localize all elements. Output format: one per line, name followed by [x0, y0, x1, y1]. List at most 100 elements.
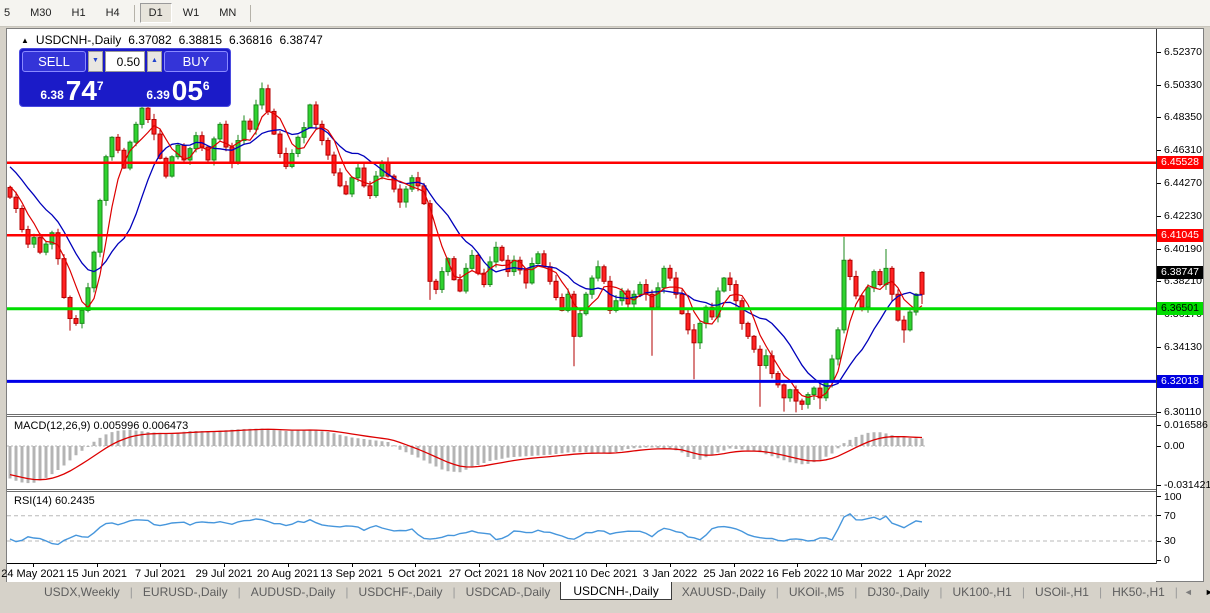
date-axis-tick: [224, 564, 225, 567]
price-axis-label: 6.34130: [1164, 341, 1202, 353]
macd-indicator-label: MACD(12,26,9) 0.005996 0.006473: [14, 420, 188, 432]
price-tag-6.45528: 6.45528: [1157, 156, 1203, 169]
price-axis-tick: [1157, 183, 1161, 184]
date-axis-tick: [160, 564, 161, 567]
date-axis-tick: [33, 564, 34, 567]
tab-usdx-weekly[interactable]: USDX,Weekly: [34, 584, 130, 600]
buy-price[interactable]: 6.39 05 6: [128, 73, 228, 106]
toolbar-separator: [134, 5, 135, 22]
collapse-trade-panel-icon[interactable]: ▲: [21, 36, 29, 45]
rsi-axis-tick: [1157, 515, 1161, 516]
tabs-scroll-left-icon[interactable]: ◄: [1178, 587, 1199, 597]
price-axis-label: 6.44270: [1164, 177, 1202, 189]
ohlc-close: 6.38747: [279, 33, 322, 47]
date-axis-tick: [606, 564, 607, 567]
one-click-trading-panel: SELL ▼ ▲ BUY 6.38 74 7 6.39 05 6: [19, 48, 231, 107]
date-axis-tick: [670, 564, 671, 567]
price-tag-6.41045: 6.41045: [1157, 229, 1203, 242]
rsi-axis-label: 100: [1164, 491, 1182, 503]
chart-title-row: ▲ USDCNH-,Daily 6.37082 6.38815 6.36816 …: [21, 33, 323, 47]
date-axis-tick: [543, 564, 544, 567]
rsi-axis-tick: [1157, 541, 1161, 542]
price-tag-6.32018: 6.32018: [1157, 375, 1203, 388]
macd-axis-label: 0.016586: [1164, 419, 1208, 431]
timeframe-button-D1[interactable]: D1: [140, 3, 172, 23]
bottom-strip: [0, 601, 1210, 613]
tab-usdcad-daily[interactable]: USDCAD-,Daily: [456, 584, 561, 600]
price-axis-tick: [1157, 85, 1161, 86]
tab-ukoil-m5[interactable]: UKOil-,M5: [779, 584, 854, 600]
ohlc-open: 6.37082: [128, 33, 171, 47]
ohlc-high: 6.38815: [179, 33, 222, 47]
tabs-scroll-right-icon[interactable]: ►: [1199, 587, 1210, 597]
price-axis[interactable]: 6.523706.503306.483506.463106.442706.422…: [1156, 29, 1203, 564]
buy-price-big: 05: [172, 77, 203, 105]
date-axis-label: 24 May 2021: [1, 568, 65, 580]
buy-price-small: 6.39: [146, 88, 169, 102]
price-axis-tick: [1157, 412, 1161, 413]
volume-decrease-button[interactable]: ▼: [88, 51, 103, 72]
price-tag-6.36501: 6.36501: [1157, 302, 1203, 315]
date-axis-tick: [479, 564, 480, 567]
timeframe-button-W1[interactable]: W1: [174, 3, 209, 23]
macd-axis-tick: [1157, 485, 1161, 486]
date-axis-label: 10 Dec 2021: [575, 568, 637, 580]
sell-price-small: 6.38: [40, 88, 63, 102]
date-axis[interactable]: 24 May 202115 Jun 20217 Jul 202129 Jul 2…: [7, 564, 1156, 582]
rsi-indicator-label: RSI(14) 60.2435: [14, 495, 95, 507]
tab-eurusd-daily[interactable]: EURUSD-,Daily: [133, 584, 238, 600]
tab-hk50-h1[interactable]: HK50-,H1: [1102, 584, 1175, 600]
tab-uk100-h1[interactable]: UK100-,H1: [942, 584, 1021, 600]
tab-audusd-daily[interactable]: AUDUSD-,Daily: [241, 584, 346, 600]
buy-button[interactable]: BUY: [164, 51, 228, 72]
chart-tabs-bar: USDX,Weekly|EURUSD-,Daily|AUDUSD-,Daily|…: [0, 582, 1210, 601]
price-axis-tick: [1157, 150, 1161, 151]
date-axis-tick: [97, 564, 98, 567]
rsi-axis-tick: [1157, 496, 1161, 497]
tab-xauusd-daily[interactable]: XAUUSD-,Daily: [672, 584, 776, 600]
panel-splitter[interactable]: [7, 489, 1156, 492]
date-axis-label: 1 Apr 2022: [898, 568, 951, 580]
price-axis-label: 6.52370: [1164, 46, 1202, 58]
date-axis-label: 16 Feb 2022: [767, 568, 829, 580]
date-axis-tick: [861, 564, 862, 567]
date-axis-label: 13 Sep 2021: [320, 568, 382, 580]
price-axis-label: 6.30110: [1164, 406, 1201, 418]
timeframe-button-H4[interactable]: H4: [97, 3, 129, 23]
timeframe-button-5[interactable]: 5: [0, 3, 19, 23]
date-axis-label: 25 Jan 2022: [703, 568, 764, 580]
timeframe-button-H1[interactable]: H1: [63, 3, 95, 23]
sell-price-big: 74: [66, 77, 97, 105]
volume-increase-button[interactable]: ▲: [147, 51, 162, 72]
tab-dj30-daily[interactable]: DJ30-,Daily: [857, 584, 939, 600]
sell-button[interactable]: SELL: [22, 51, 86, 72]
panel-splitter[interactable]: [7, 414, 1156, 417]
volume-input[interactable]: [105, 51, 145, 72]
date-axis-label: 29 Jul 2021: [196, 568, 253, 580]
ohlc-low: 6.36816: [229, 33, 272, 47]
rsi-axis-label: 70: [1164, 510, 1176, 522]
price-axis-label: 6.40190: [1164, 243, 1202, 255]
rsi-axis-tick: [1157, 560, 1161, 561]
price-axis-tick: [1157, 347, 1161, 348]
macd-axis-label: -0.031421: [1164, 479, 1210, 491]
price-axis-tick: [1157, 281, 1161, 282]
date-axis-label: 7 Jul 2021: [135, 568, 186, 580]
tab-usoil-h1[interactable]: USOil-,H1: [1025, 584, 1099, 600]
price-tag-6.38747: 6.38747: [1157, 266, 1203, 279]
timeframe-button-MN[interactable]: MN: [210, 3, 245, 23]
timeframe-toolbar: 5M30H1H4 D1W1MN: [0, 0, 1210, 27]
timeframe-button-M30[interactable]: M30: [21, 3, 60, 23]
sell-price[interactable]: 6.38 74 7: [22, 73, 122, 106]
price-axis-tick: [1157, 52, 1161, 53]
date-axis-label: 3 Jan 2022: [643, 568, 697, 580]
tab-usdchf-daily[interactable]: USDCHF-,Daily: [349, 584, 453, 600]
chart-window: ▲ USDCNH-,Daily 6.37082 6.38815 6.36816 …: [6, 28, 1204, 582]
price-axis-tick: [1157, 117, 1161, 118]
date-axis-tick: [415, 564, 416, 567]
macd-axis-tick: [1157, 446, 1161, 447]
tab-usdcnh-daily[interactable]: USDCNH-,Daily: [560, 581, 671, 600]
rsi-axis-label: 30: [1164, 535, 1176, 547]
price-axis-tick: [1157, 249, 1161, 250]
rsi-axis-label: 0: [1164, 554, 1170, 566]
